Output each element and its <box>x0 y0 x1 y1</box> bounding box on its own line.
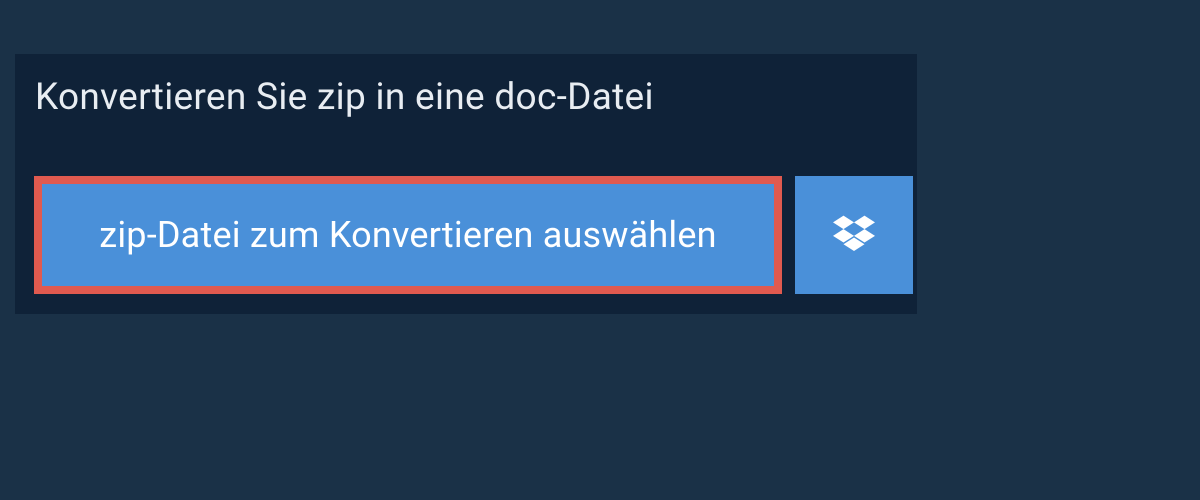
header-bar: Konvertieren Sie zip in eine doc-Datei <box>15 54 775 140</box>
select-file-button[interactable]: zip-Datei zum Konvertieren auswählen <box>34 176 782 294</box>
dropbox-button[interactable] <box>795 176 913 294</box>
select-file-label: zip-Datei zum Konvertieren auswählen <box>99 214 716 256</box>
page-title: Konvertieren Sie zip in eine doc-Datei <box>35 76 654 119</box>
button-row: zip-Datei zum Konvertieren auswählen <box>34 176 913 294</box>
dropbox-icon <box>833 214 875 256</box>
